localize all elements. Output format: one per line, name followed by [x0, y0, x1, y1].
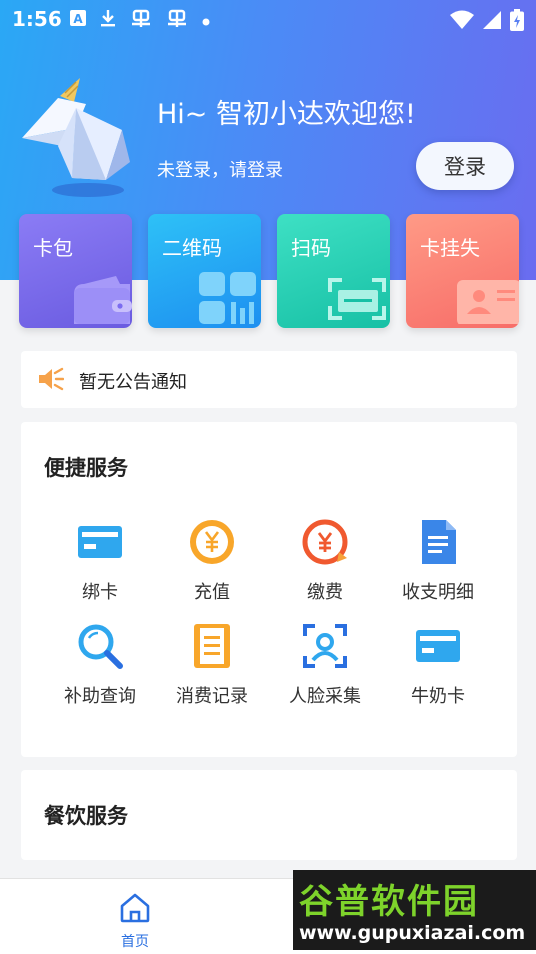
quick-action-label: 卡挂失	[420, 236, 480, 260]
quick-action-report-lost[interactable]: 卡挂失	[406, 214, 519, 328]
service-label: 人脸采集	[289, 686, 361, 707]
card-icon	[414, 622, 462, 670]
service-label: 消费记录	[176, 686, 248, 707]
watermark-url: www.gupuxiazai.com	[299, 922, 526, 944]
scan-icon	[326, 274, 390, 328]
quick-action-label: 二维码	[162, 236, 222, 260]
download-icon	[100, 9, 116, 32]
service-label: 补助查询	[64, 686, 136, 707]
service-label: 充值	[194, 582, 230, 603]
convenient-services-panel: 便捷服务 绑卡 充值 缴费 收支明细 补助查询 消费记录 人脸采集 牛奶卡	[21, 422, 517, 757]
system-icons	[450, 9, 524, 35]
search-icon	[76, 622, 124, 670]
service-recharge[interactable]: 充值	[156, 518, 268, 604]
announcement-bar[interactable]: 暂无公告通知	[21, 351, 517, 408]
login-hint-text[interactable]: 未登录，请登录	[157, 156, 283, 182]
watermark-title: 谷普软件园	[299, 882, 479, 922]
watermark-logo: 谷普软件园 www.gupuxiazai.com	[293, 870, 536, 950]
service-milk-card[interactable]: 牛奶卡	[382, 622, 494, 708]
service-label: 牛奶卡	[411, 686, 465, 707]
yuan-coin-icon	[188, 518, 236, 566]
service-consumption-records[interactable]: 消费记录	[156, 622, 268, 708]
section-title: 餐饮服务	[44, 804, 128, 828]
service-pay-fees[interactable]: 缴费	[269, 518, 381, 604]
tab-home[interactable]: 首页	[108, 893, 162, 951]
bug-icon	[130, 8, 152, 33]
status-time: 1:56	[12, 7, 62, 31]
id-card-icon	[455, 278, 519, 328]
quick-action-scan[interactable]: 扫码	[277, 214, 390, 328]
svg-text:A: A	[73, 12, 83, 26]
notification-icons: A	[70, 8, 210, 33]
quick-action-label: 扫码	[291, 236, 331, 260]
face-scan-icon	[301, 622, 349, 670]
document-icon	[414, 518, 462, 566]
quick-action-label: 卡包	[33, 236, 73, 260]
service-bind-card[interactable]: 绑卡	[44, 518, 156, 604]
home-icon	[119, 893, 151, 927]
service-label: 收支明细	[402, 582, 474, 603]
service-label: 绑卡	[82, 582, 118, 603]
a-badge-icon: A	[70, 10, 86, 31]
bug-icon	[166, 8, 188, 33]
greeting-text: Hi~ 智初小达欢迎您!	[157, 99, 416, 130]
wallet-icon	[72, 272, 132, 328]
status-bar: 1:56 A	[0, 0, 536, 38]
service-transactions[interactable]: 收支明细	[382, 518, 494, 604]
dining-services-panel: 餐饮服务	[21, 770, 517, 860]
service-subsidy-query[interactable]: 补助查询	[44, 622, 156, 708]
wifi-icon	[450, 10, 474, 34]
service-face-capture[interactable]: 人脸采集	[269, 622, 381, 708]
yuan-refresh-icon	[301, 518, 349, 566]
unicorn-mascot-icon	[18, 68, 136, 206]
quick-action-qrcode[interactable]: 二维码	[148, 214, 261, 328]
announcement-text: 暂无公告通知	[79, 372, 187, 393]
receipt-icon	[188, 622, 236, 670]
speaker-icon	[38, 367, 65, 395]
battery-icon	[510, 9, 524, 35]
signal-icon	[482, 10, 502, 34]
section-title: 便捷服务	[44, 456, 128, 480]
quick-action-wallet[interactable]: 卡包	[19, 214, 132, 328]
tab-home-label: 首页	[121, 934, 149, 950]
qrcode-icon	[197, 272, 261, 328]
service-label: 缴费	[307, 582, 343, 603]
card-icon	[76, 518, 124, 566]
dot-icon	[202, 10, 210, 31]
login-button[interactable]: 登录	[416, 142, 514, 190]
